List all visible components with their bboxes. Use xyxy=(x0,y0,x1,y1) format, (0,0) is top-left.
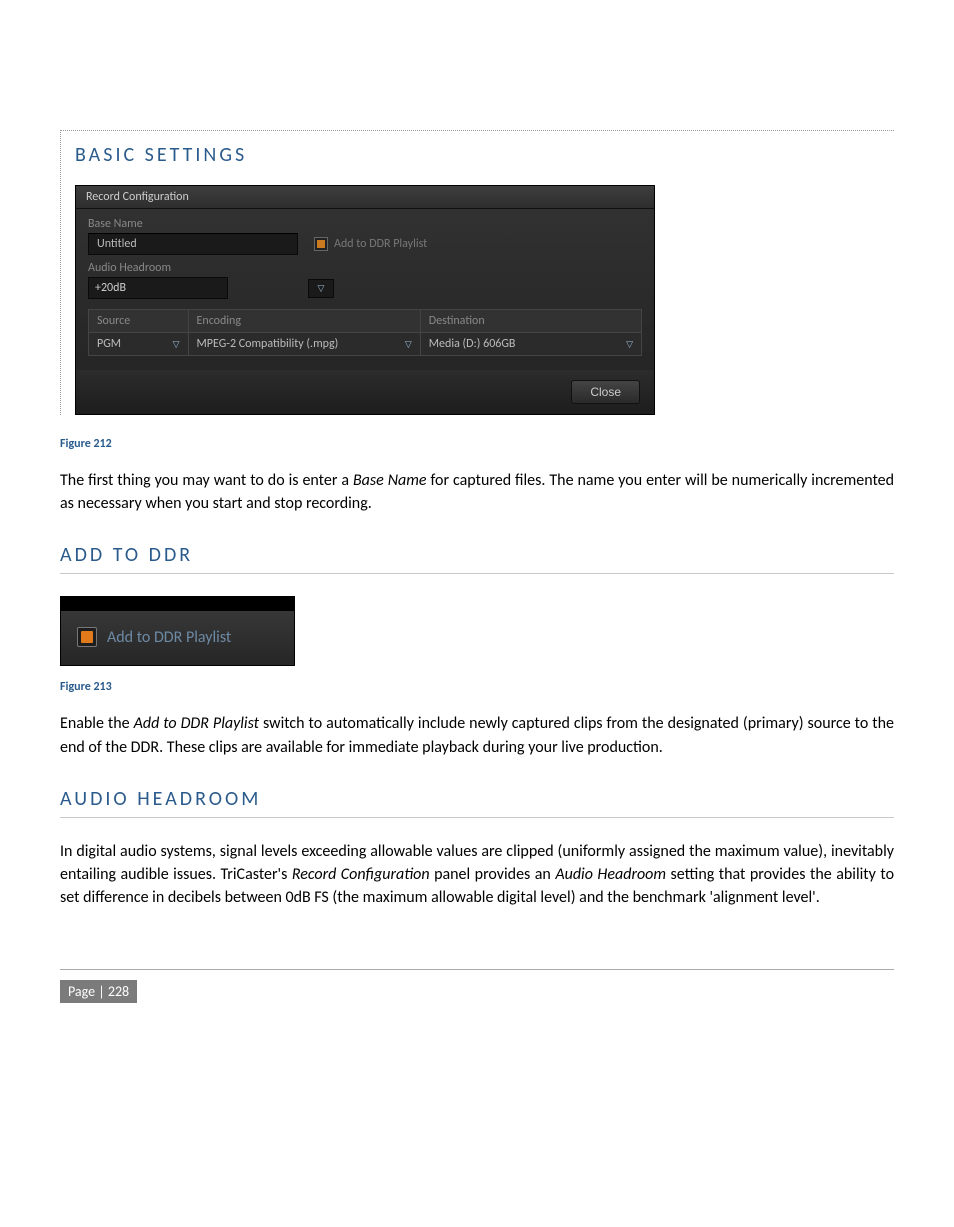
record-config-em: Record Configuration xyxy=(292,865,430,884)
base-name-em: Base Name xyxy=(353,471,427,490)
figure-212-caption: Figure 212 xyxy=(60,437,894,451)
destination-dropdown[interactable]: Media (D:) 606GB ▽ xyxy=(429,337,633,351)
triangle-down-icon: ▽ xyxy=(626,339,633,350)
table-row: PGM ▽ MPEG-2 Compatibility (.mpg) ▽ Media … xyxy=(89,333,642,356)
divider xyxy=(60,817,894,818)
triangle-down-icon: ▽ xyxy=(405,339,412,350)
audio-headroom-dropdown[interactable]: +20dB xyxy=(88,277,228,299)
record-targets-table: Source Encoding Destination PGM ▽ MPEG-2 … xyxy=(88,309,642,356)
add-to-ddr-checkbox-label: Add to DDR Playlist xyxy=(334,237,427,251)
col-source: Source xyxy=(89,310,189,333)
source-value: PGM xyxy=(97,337,121,351)
page-number: Page | 228 xyxy=(60,980,137,1003)
record-config-panel: Record Configuration Base Name Untitled … xyxy=(75,185,655,415)
paragraph-1: The first thing you may want to do is en… xyxy=(60,469,894,515)
base-name-label: Base Name xyxy=(88,217,642,231)
footer-divider xyxy=(60,969,894,970)
triangle-down-icon: ▽ xyxy=(318,283,325,294)
figure-213-caption: Figure 213 xyxy=(60,680,894,694)
base-name-input[interactable]: Untitled xyxy=(88,233,298,255)
ddr-playlist-label: Add to DDR Playlist xyxy=(107,628,231,647)
add-to-ddr-checkbox[interactable] xyxy=(314,237,328,251)
encoding-dropdown[interactable]: MPEG-2 Compatibility (.mpg) ▽ xyxy=(197,337,412,351)
add-to-ddr-heading: ADD TO DDR xyxy=(60,543,894,567)
ddr-playlist-panel: Add to DDR Playlist xyxy=(60,596,295,666)
encoding-value: MPEG-2 Compatibility (.mpg) xyxy=(197,337,339,351)
col-encoding: Encoding xyxy=(188,310,420,333)
audio-headroom-em: Audio Headroom xyxy=(555,865,666,884)
source-dropdown[interactable]: PGM ▽ xyxy=(97,337,180,351)
panel-title: Record Configuration xyxy=(76,186,654,209)
basic-settings-section: BASIC SETTINGS Record Configuration Base… xyxy=(60,130,894,415)
audio-headroom-value: +20dB xyxy=(95,281,126,295)
panel-stripe xyxy=(61,597,294,611)
headroom-stepper[interactable]: ▽ xyxy=(308,279,334,298)
add-to-ddr-em: Add to DDR Playlist xyxy=(134,714,259,733)
close-button[interactable]: Close xyxy=(571,380,640,404)
divider xyxy=(60,573,894,574)
audio-headroom-heading: AUDIO HEADROOM xyxy=(60,787,894,811)
triangle-down-icon: ▽ xyxy=(173,339,180,350)
paragraph-2: Enable the Add to DDR Playlist switch to… xyxy=(60,712,894,758)
col-destination: Destination xyxy=(420,310,641,333)
checkbox-dot-icon xyxy=(81,631,93,643)
audio-headroom-label: Audio Headroom xyxy=(88,261,642,275)
paragraph-3: In digital audio systems, signal levels … xyxy=(60,840,894,910)
basic-settings-heading: BASIC SETTINGS xyxy=(75,143,894,167)
destination-value: Media (D:) 606GB xyxy=(429,337,516,351)
checkbox-dot-icon xyxy=(317,240,325,248)
ddr-playlist-checkbox[interactable] xyxy=(77,627,97,647)
